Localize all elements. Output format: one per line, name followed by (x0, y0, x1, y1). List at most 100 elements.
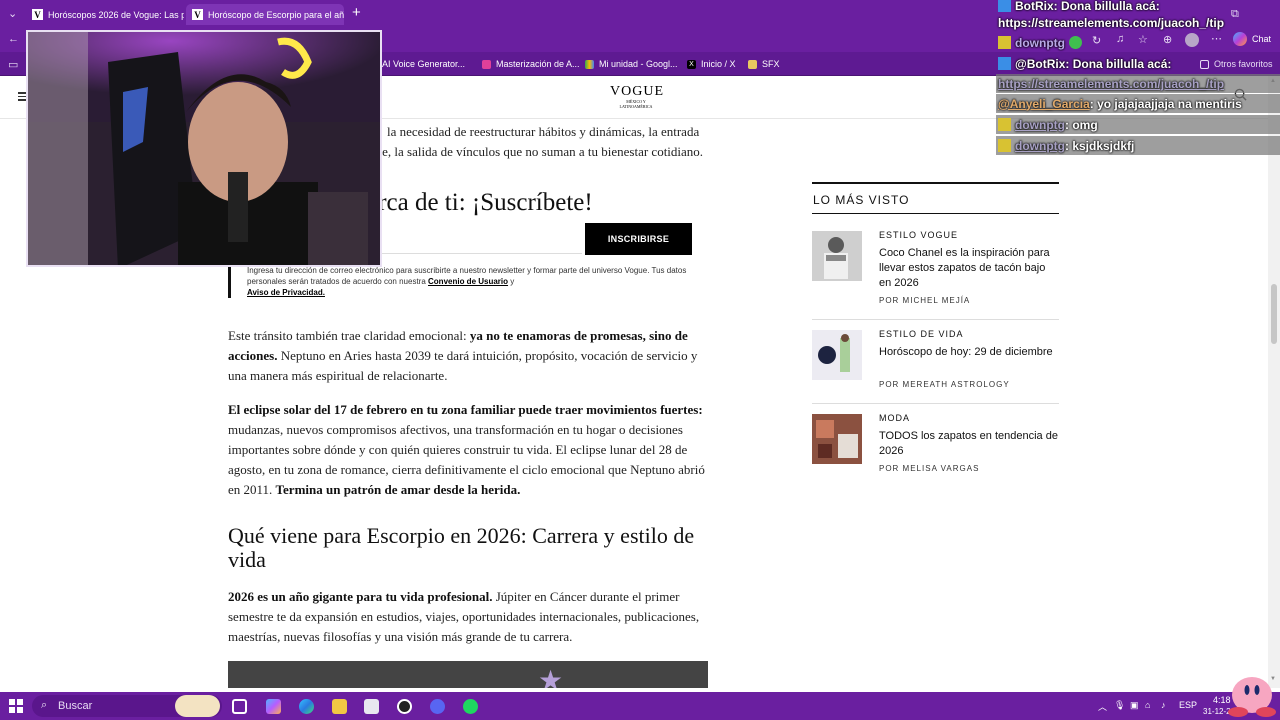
logo-subtitle: MÉXICO Y LATINOAMÉRICA (619, 99, 653, 109)
most-viewed-title: LO MÁS VISTO (812, 184, 1059, 214)
newsletter-legal: Ingresa tu dirección de correo electróni… (228, 265, 698, 298)
item-byline: POR MEREATH ASTROLOGY (879, 380, 1010, 389)
thumbnail (812, 231, 862, 281)
logo-word: VOGUE (610, 84, 664, 99)
thumbnail (812, 330, 862, 380)
chat-username: @Anyeli_Garcia (998, 96, 1090, 111)
paragraph-emotional-clarity: Este tránsito también trae claridad emoc… (228, 326, 708, 386)
bookmark-google-drive[interactable]: Mi unidad - Googl... (585, 59, 678, 69)
chat-message: @BotRix: Dona billulla acá: (996, 54, 1280, 73)
article-image: ★ (228, 661, 708, 688)
bookmark-label: SFX (762, 59, 780, 69)
chat-username: downptg (1015, 138, 1065, 153)
bold-text: El eclipse solar del 17 de febrero en tu… (228, 402, 703, 417)
scroll-thumb[interactable] (1271, 284, 1277, 344)
search-placeholder: Buscar (58, 700, 93, 712)
tab-label: Horóscopos 2026 de Vogue: Las p (48, 9, 184, 20)
tab-list-icon[interactable]: ⌄ (8, 7, 17, 20)
chat-text: : omg (1064, 117, 1098, 132)
chat-text: : Dona billulla acá: (1053, 0, 1160, 13)
network-icon[interactable]: ⌂ (1145, 700, 1150, 710)
section-heading: Qué viene para Escorpio en 2026: Carrera… (228, 523, 695, 572)
user-badge-icon (998, 36, 1011, 49)
privacy-notice-link[interactable]: Aviso de Privacidad. (247, 288, 325, 297)
paragraph-eclipse: El eclipse solar del 17 de febrero en tu… (228, 400, 708, 500)
copilot-taskbar-icon[interactable] (266, 699, 281, 714)
chat-text: : ksjdksjdkfj (1064, 138, 1135, 153)
chat-link: https://streamelements.com/juacoh_/tip (998, 76, 1225, 91)
bookmark-folder-icon[interactable]: ▭ (8, 58, 18, 71)
bookmark-sfx[interactable]: SFX (748, 59, 780, 69)
windows-start-icon[interactable] (9, 699, 23, 713)
vogue-logo[interactable]: VOGUE MÉXICO Y LATINOAMÉRICA (610, 84, 664, 110)
chat-username: downptg (1015, 117, 1065, 132)
chat-message-cont: https://streamelements.com/juacoh_/tip (996, 13, 1280, 32)
item-title[interactable]: Coco Chanel es la inspiración para lleva… (879, 246, 1059, 291)
bookmark-favicon (482, 59, 491, 69)
item-title[interactable]: TODOS los zapatos en tendencia de 2026 (879, 429, 1059, 459)
obs-icon[interactable] (397, 699, 412, 714)
language-indicator[interactable]: ESP (1179, 700, 1197, 710)
item-category: ESTILO DE VIDA (879, 329, 964, 339)
back-icon[interactable]: ← (8, 33, 19, 45)
bookmark-ai-voice[interactable]: AI Voice Generator... (382, 59, 465, 69)
vogue-favicon: V (32, 9, 43, 20)
email-field[interactable] (382, 253, 582, 254)
user-badge-icon (998, 118, 1011, 131)
chat-link: https://streamelements.com/juacoh_/tip (998, 15, 1225, 30)
page-scrollbar[interactable]: ▲ ▼ (1268, 76, 1280, 688)
microphone-icon[interactable]: 🎙 (1114, 700, 1125, 711)
most-viewed-header: LO MÁS VISTO (812, 182, 1059, 214)
vogue-favicon: V (192, 9, 203, 20)
stream-chat-overlay: BotRix: Dona billulla acá: https://strea… (996, 0, 1280, 156)
newsletter-heading: cerca de ti: ¡Suscríbete! (356, 189, 593, 216)
star-graphic: ★ (538, 665, 564, 689)
tab-label: Horóscopo de Escorpio para el añ (208, 9, 344, 20)
edge-icon[interactable] (299, 699, 314, 714)
tray-chevron-icon[interactable]: ︿ (1098, 700, 1107, 713)
bookmark-label: Mi unidad - Googl... (599, 59, 678, 69)
chat-text: : yo jajajaajjaja na mentiris (1089, 96, 1242, 111)
divider (812, 319, 1059, 320)
bookmark-label: AI Voice Generator... (382, 59, 466, 69)
item-category: ESTILO VOGUE (879, 230, 959, 240)
thumbnail (812, 414, 862, 464)
webcam-overlay (26, 30, 382, 267)
new-tab-button[interactable]: + (352, 4, 361, 21)
item-title[interactable]: Horóscopo de hoy: 29 de diciembre (879, 345, 1059, 360)
bookmark-label: Inicio / X (701, 59, 736, 69)
spotify-icon[interactable] (463, 699, 478, 714)
text: Neptuno en Aries hasta 2039 te dará intu… (228, 348, 698, 383)
bookmark-label: Masterización de A... (496, 59, 580, 69)
divider (812, 403, 1059, 404)
volume-icon[interactable]: ♪ (1161, 700, 1166, 710)
task-view-icon[interactable] (232, 699, 247, 714)
text: Este tránsito también trae claridad emoc… (228, 328, 470, 343)
discord-icon[interactable] (430, 699, 445, 714)
chat-text: : Dona billulla acá: (1065, 56, 1172, 71)
item-category: MODA (879, 413, 910, 423)
file-explorer-icon[interactable] (332, 699, 347, 714)
user-agreement-link[interactable]: Convenio de Usuario (428, 277, 508, 286)
paragraph-career: 2026 es un año gigante para tu vida prof… (228, 587, 708, 647)
item-byline: POR MELISA VARGAS (879, 464, 980, 473)
bold-text: 2026 es un año gigante para tu vida prof… (228, 589, 493, 604)
chat-username: @BotRix (1015, 56, 1066, 71)
search-icon: ⌕ (41, 699, 48, 711)
bookmark-x[interactable]: X Inicio / X (687, 59, 736, 69)
intro-line-1: la necesidad de reestructurar hábitos y … (387, 124, 700, 139)
tab-escorpio[interactable]: V Horóscopo de Escorpio para el añ × (186, 4, 344, 25)
store-icon[interactable] (364, 699, 379, 714)
tray-app-icon[interactable]: ▣ (1130, 700, 1139, 711)
search-highlight-image (175, 695, 220, 717)
chat-message: @Anyeli_Garcia: yo jajajaajjaja na menti… (996, 94, 1280, 113)
chat-username: downptg (1015, 35, 1065, 50)
tab-vogue-horoscopos[interactable]: V Horóscopos 2026 de Vogue: Las p × (26, 4, 184, 25)
chat-username: BotRix (1015, 0, 1054, 13)
bookmark-masterizacion[interactable]: Masterización de A... (482, 59, 580, 69)
subscribe-button[interactable]: INSCRIBIRSE (585, 223, 692, 255)
drive-icon (585, 59, 594, 69)
bot-badge-icon (998, 57, 1011, 70)
webcam-image (28, 32, 380, 265)
intro-line-2: nte, la salida de vínculos que no suman … (372, 144, 704, 159)
